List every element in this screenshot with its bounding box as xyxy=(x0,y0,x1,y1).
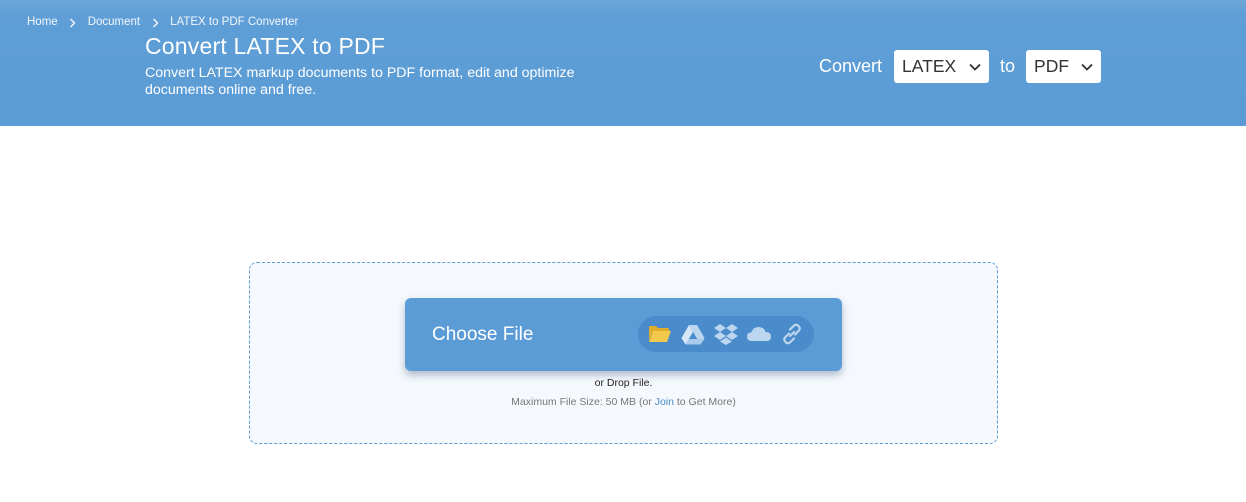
breadcrumb-document[interactable]: Document xyxy=(88,16,140,28)
from-format-select[interactable]: LATEX xyxy=(894,50,990,83)
link-icon[interactable] xyxy=(777,319,807,349)
chevron-down-icon xyxy=(1081,63,1093,71)
breadcrumb-current[interactable]: LATEX to PDF Converter xyxy=(170,16,298,28)
breadcrumb: Home Document LATEX to PDF Converter xyxy=(27,15,298,29)
file-size-limit: Maximum File Size: 50 MB (or Join to Get… xyxy=(250,396,997,408)
join-link[interactable]: Join xyxy=(655,396,674,408)
chevron-right-icon xyxy=(140,15,170,29)
choose-file-button[interactable]: Choose File xyxy=(405,298,842,371)
folder-icon[interactable] xyxy=(645,319,675,349)
from-format-value: LATEX xyxy=(902,56,957,76)
chevron-right-icon xyxy=(58,15,88,29)
limit-suffix: to Get More) xyxy=(673,396,736,408)
file-dropzone[interactable]: Choose File or Drop File. Maximum File S… xyxy=(249,262,998,444)
dropbox-icon[interactable] xyxy=(711,319,741,349)
breadcrumb-home[interactable]: Home xyxy=(27,16,58,28)
limit-prefix: Maximum File Size: 50 MB (or xyxy=(511,396,655,408)
convert-label: Convert xyxy=(819,56,883,76)
chevron-down-icon xyxy=(969,63,981,71)
page-subtitle: Convert LATEX markup documents to PDF fo… xyxy=(145,65,575,98)
drop-file-hint: or Drop File. xyxy=(594,377,653,389)
to-format-select[interactable]: PDF xyxy=(1026,50,1102,83)
to-format-value: PDF xyxy=(1034,56,1070,76)
upload-source-bar xyxy=(638,316,814,352)
choose-file-label: Choose File xyxy=(432,324,534,345)
to-label: to xyxy=(1000,56,1016,76)
onedrive-icon[interactable] xyxy=(744,319,774,349)
format-selector: Convert LATEX to PDF xyxy=(819,50,1102,83)
google-drive-icon[interactable] xyxy=(678,319,708,349)
page-title: Convert LATEX to PDF xyxy=(145,33,386,59)
page-header: Home Document LATEX to PDF Converter Con… xyxy=(0,0,1246,126)
